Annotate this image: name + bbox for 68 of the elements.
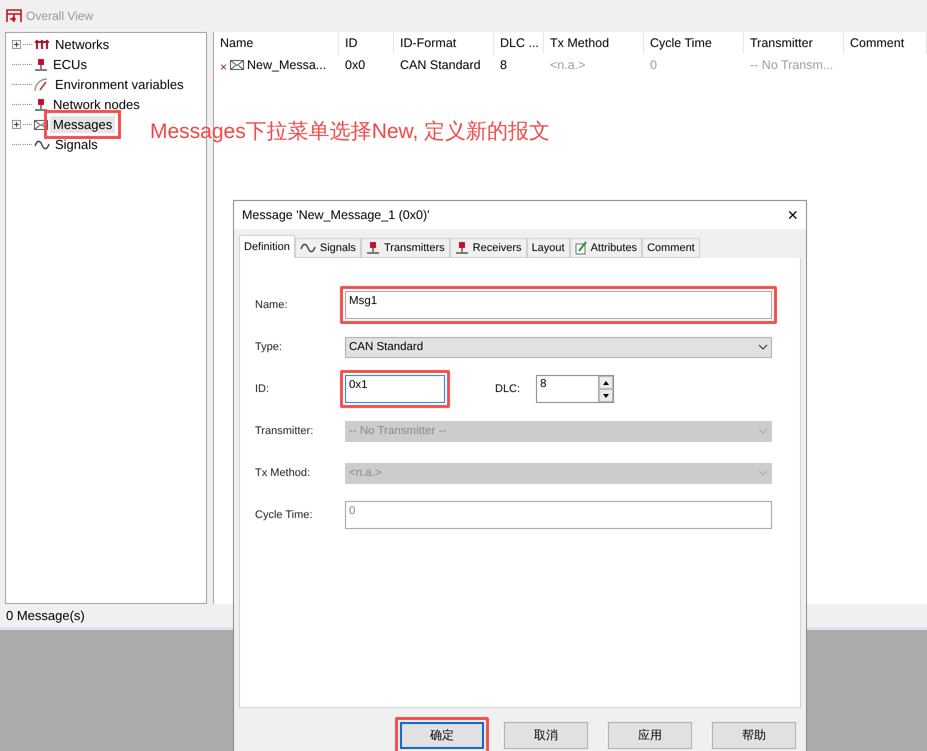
tab[interactable]: Layout [526, 238, 570, 258]
column-header[interactable]: Comment [844, 32, 927, 54]
field-label: Tx Method: [255, 467, 312, 479]
tab[interactable]: Signals [294, 238, 361, 258]
network-icon [34, 38, 50, 51]
expand-icon[interactable] [12, 40, 21, 50]
tab[interactable]: Comment [642, 238, 700, 258]
table-cell-text: -- No Transm... [749, 58, 834, 72]
tree-item[interactable]: ECUs [50, 56, 90, 74]
status-text: 0 Message(s) [6, 608, 85, 624]
chevron-icon [758, 428, 768, 434]
node-icon [366, 242, 380, 254]
chevron-icon [758, 344, 768, 350]
field-label: ID: [255, 383, 270, 395]
tab[interactable]: Definition [239, 235, 295, 258]
field-label: Transmitter: [255, 425, 314, 437]
tree-item[interactable]: Environment variables [52, 76, 187, 94]
wave-icon [300, 243, 316, 253]
row-mark: × [220, 60, 228, 74]
spin-field[interactable]: 8 [536, 375, 614, 403]
node-icon [454, 242, 469, 254]
gauge-icon [34, 78, 50, 92]
dropdown[interactable]: CAN Standard [345, 336, 772, 358]
tab[interactable]: Attributes [570, 238, 642, 258]
table-cell: New_Messa... [247, 58, 326, 72]
input-field[interactable]: 0x1 [345, 375, 445, 403]
column-header[interactable]: Name [214, 32, 339, 54]
tree-view-icon [6, 8, 22, 23]
up-icon[interactable] [599, 376, 614, 389]
tree-item[interactable]: Network nodes [50, 96, 143, 114]
input-field[interactable]: Msg1 [345, 291, 772, 319]
dialog-button[interactable]: 取消 [504, 722, 588, 749]
envelope-icon [230, 60, 244, 70]
wave-icon [34, 140, 50, 150]
table-cell-text: <n.a.> [549, 58, 586, 72]
table-cell-text: CAN Standard [399, 58, 482, 72]
node-icon [34, 58, 48, 71]
tree-item[interactable]: Messages [50, 116, 116, 134]
annotation-text: Messages下拉菜单选择New, 定义新的报文 [150, 119, 550, 145]
dialog-button[interactable]: 确定 [400, 722, 484, 749]
column-header[interactable]: Cycle Time [644, 32, 744, 54]
down-icon[interactable] [599, 389, 614, 402]
table-cell-text: 0 [649, 58, 658, 72]
tab[interactable]: Transmitters [360, 238, 450, 258]
field-label: DLC: [495, 383, 520, 395]
chevron-icon [758, 470, 768, 476]
pencil-icon [574, 241, 587, 255]
column-header[interactable]: DLC ... [494, 32, 544, 54]
close-button[interactable]: × [787, 204, 798, 226]
column-header[interactable]: Tx Method [544, 32, 644, 54]
field-label: Cycle Time: [255, 509, 314, 521]
envelope-icon [34, 120, 48, 130]
dialog-button[interactable]: 帮助 [712, 722, 796, 749]
field-label: Name: [255, 299, 288, 311]
expand-icon[interactable] [12, 120, 21, 130]
table-cell-text: 0x0 [344, 58, 366, 72]
tab[interactable]: Receivers [450, 238, 527, 258]
node-icon [34, 98, 48, 111]
field-label: Type: [255, 341, 283, 353]
tree-item[interactable]: Signals [52, 136, 101, 154]
dialog-button[interactable]: 应用 [608, 722, 692, 749]
column-header[interactable]: ID-Format [394, 32, 494, 54]
dialog-title: Message 'New_Message_1 (0x0)' [242, 208, 430, 222]
column-header[interactable]: Transmitter [744, 32, 844, 54]
column-header[interactable]: ID [339, 32, 394, 54]
window-title: Overall View [26, 8, 94, 23]
tree-item[interactable]: Networks [52, 36, 112, 54]
table-cell-text: 8 [499, 58, 508, 72]
